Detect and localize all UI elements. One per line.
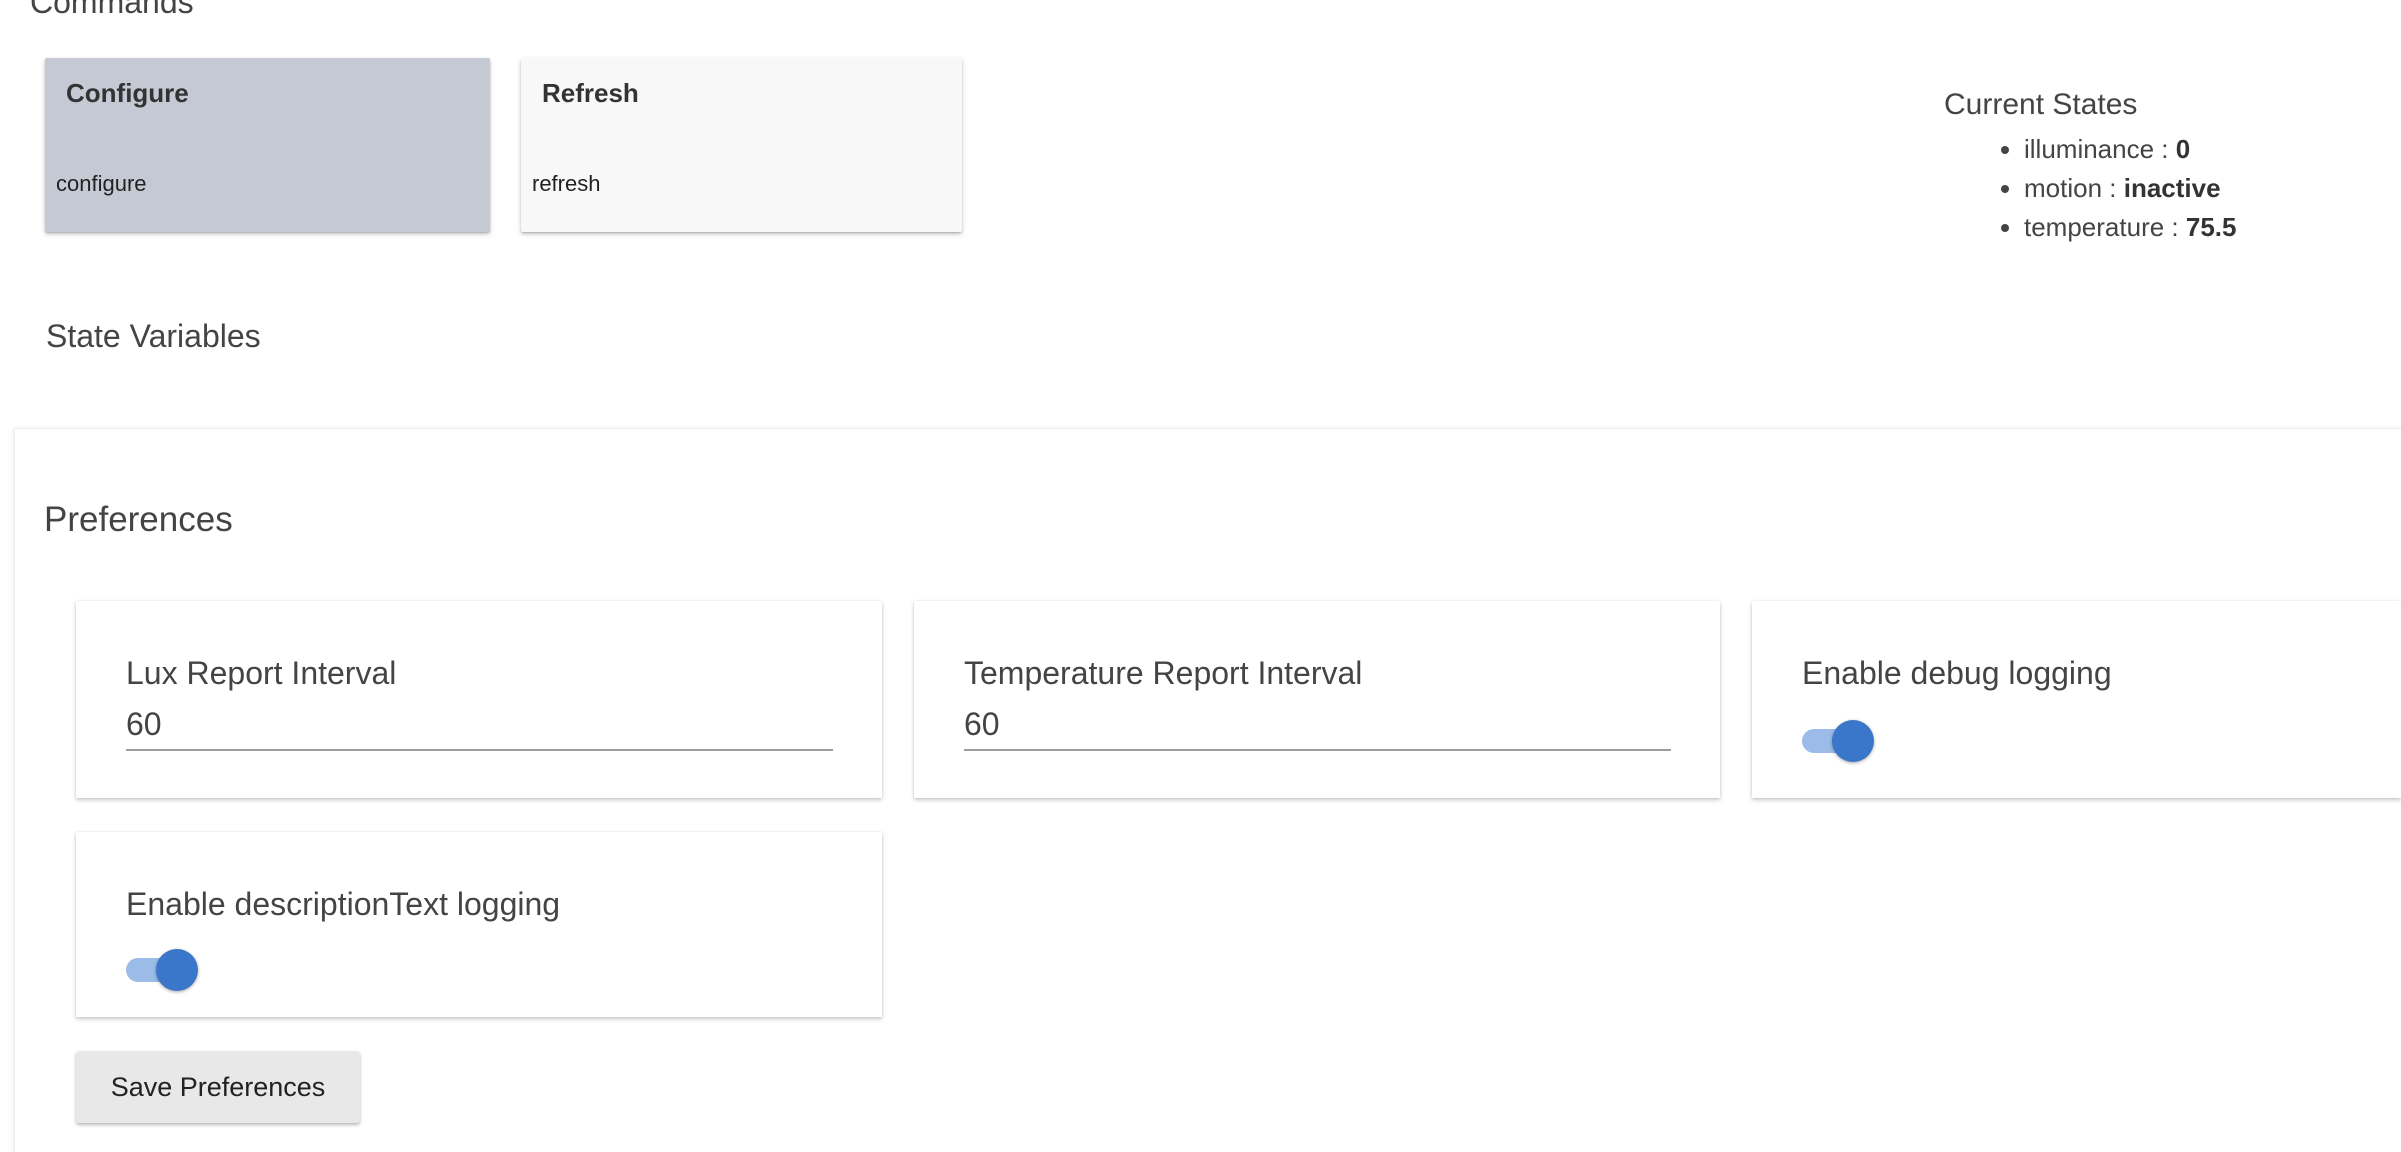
temperature-report-interval-label: Temperature Report Interval	[964, 655, 1363, 691]
toggle-knob	[156, 949, 198, 991]
enable-description-text-logging-label: Enable descriptionText logging	[126, 886, 561, 922]
command-title: Configure	[66, 78, 189, 108]
toggle-knob	[1832, 720, 1874, 762]
lux-report-interval-label: Lux Report Interval	[126, 655, 397, 691]
state-variables-title: State Variables	[46, 318, 261, 354]
state-key: temperature	[2024, 212, 2165, 242]
state-separator: :	[2164, 212, 2186, 242]
current-states-panel: Current States illuminance : 0 motion : …	[1944, 88, 2236, 247]
state-separator: :	[2154, 134, 2176, 164]
state-item-temperature: temperature : 75.5	[2024, 208, 2236, 247]
enable-debug-logging-card: Enable debug logging	[1752, 601, 2401, 798]
temperature-report-interval-input[interactable]	[964, 699, 1671, 751]
enable-description-text-logging-toggle[interactable]	[126, 948, 198, 992]
current-states-title: Current States	[1944, 88, 2138, 121]
command-title: Refresh	[542, 78, 639, 108]
state-key: illuminance	[2024, 134, 2155, 164]
state-item-motion: motion : inactive	[2024, 169, 2236, 208]
command-name: configure	[56, 171, 147, 196]
state-value: inactive	[2123, 173, 2221, 203]
temperature-report-interval-card: Temperature Report Interval	[914, 601, 1720, 798]
commands-section-title: Commands	[30, 0, 194, 20]
lux-report-interval-input[interactable]	[126, 699, 833, 751]
state-value: 0	[2175, 134, 2191, 164]
state-item-illuminance: illuminance : 0	[2024, 130, 2236, 169]
state-key: motion	[2024, 173, 2103, 203]
state-separator: :	[2102, 173, 2124, 203]
save-preferences-button[interactable]: Save Preferences	[76, 1051, 360, 1123]
device-page: Commands Configure configure Refresh ref…	[0, 0, 2401, 1152]
refresh-command-button[interactable]: Refresh refresh	[521, 58, 962, 232]
lux-report-interval-card: Lux Report Interval	[76, 601, 882, 798]
enable-debug-logging-toggle[interactable]	[1802, 719, 1874, 763]
enable-description-text-logging-card: Enable descriptionText logging	[76, 832, 882, 1017]
preferences-title: Preferences	[44, 500, 233, 539]
current-states-list: illuminance : 0 motion : inactive temper…	[1944, 130, 2236, 247]
command-name: refresh	[532, 171, 601, 196]
enable-debug-logging-label: Enable debug logging	[1802, 655, 2112, 691]
state-value: 75.5	[2185, 212, 2237, 242]
configure-command-button[interactable]: Configure configure	[45, 58, 490, 232]
